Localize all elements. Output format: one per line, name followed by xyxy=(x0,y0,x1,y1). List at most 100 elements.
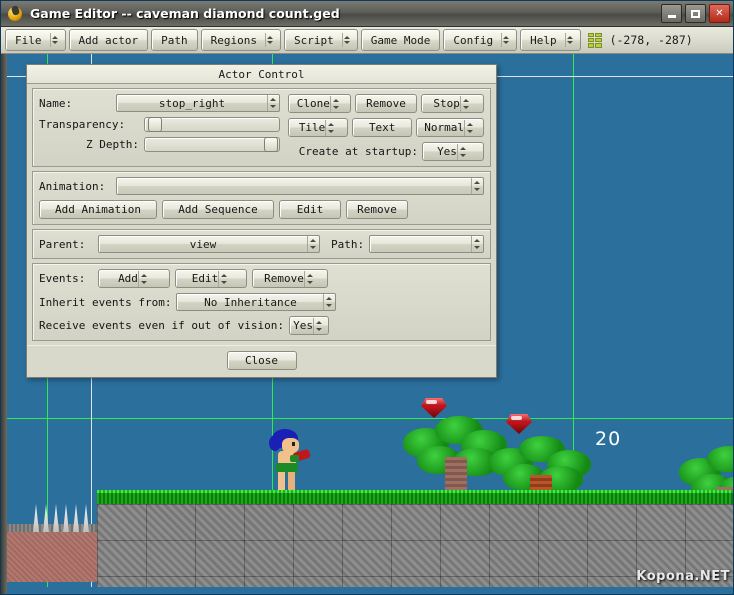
zdepth-slider-thumb[interactable] xyxy=(264,137,279,152)
menu-label-game-mode: Game Mode xyxy=(370,33,431,47)
minimize-icon xyxy=(667,14,676,18)
grid-toggle-icon[interactable] xyxy=(587,32,602,48)
chevron-spinner-icon[interactable] xyxy=(307,236,319,252)
animation-combo[interactable] xyxy=(116,177,484,195)
events-add-button[interactable]: Add xyxy=(98,269,170,288)
diamond-pickup[interactable] xyxy=(506,414,532,434)
path-label: Path: xyxy=(331,237,365,251)
chevron-spinner-icon[interactable] xyxy=(218,270,230,287)
window-titlebar: Game Editor -- caveman diamond count.ged… xyxy=(1,1,733,27)
receive-events-label: Receive events even if out of vision: xyxy=(39,319,285,332)
menu-button-game-mode[interactable]: Game Mode xyxy=(360,29,441,51)
chevron-spinner-icon[interactable] xyxy=(464,119,476,136)
tile-label: Tile xyxy=(298,121,326,134)
parent-combo[interactable]: view xyxy=(98,235,320,253)
menu-label-path: Path xyxy=(161,33,188,47)
chevron-spinner-icon[interactable] xyxy=(456,143,469,160)
add-sequence-button[interactable]: Add Sequence xyxy=(162,200,274,219)
inherit-events-value: No Inheritance xyxy=(204,295,297,309)
animation-panel: Animation: Add Animation Add Sequence Ed… xyxy=(32,171,491,225)
game-editor-window: Game Editor -- caveman diamond count.ged… xyxy=(0,0,734,595)
menu-button-regions[interactable]: Regions xyxy=(200,29,281,51)
text-button[interactable]: Text xyxy=(352,118,413,137)
parent-path-panel: Parent: view Path: xyxy=(32,229,491,259)
caveman-actor[interactable] xyxy=(266,429,311,491)
actor-properties-panel: Name: stop_right Transparency: Z Depth: … xyxy=(32,88,491,167)
tile-button[interactable]: Tile xyxy=(288,118,349,137)
chevron-spinner-icon[interactable] xyxy=(312,317,325,334)
menu-label-regions: Regions xyxy=(210,33,257,47)
remove-actor-button[interactable]: Remove xyxy=(354,94,418,113)
main-menubar: File Add actor Path Regions Script Game … xyxy=(1,27,733,54)
edit-animation-label: Edit xyxy=(296,203,324,216)
chevron-spinner-icon[interactable] xyxy=(303,270,316,287)
chevron-spinner-icon xyxy=(264,33,274,47)
menu-button-path[interactable]: Path xyxy=(151,29,198,51)
chevron-spinner-icon xyxy=(564,33,574,47)
normal-label: Normal xyxy=(424,121,464,134)
transparency-slider[interactable] xyxy=(144,117,280,132)
actor-name-value: stop_right xyxy=(158,96,226,110)
inherit-events-label: Inherit events from: xyxy=(39,295,172,309)
transparency-slider-thumb[interactable] xyxy=(147,117,162,132)
receive-events-button[interactable]: Yes xyxy=(289,316,330,335)
clone-button[interactable]: Clone xyxy=(288,94,351,113)
close-dialog-label: Close xyxy=(244,354,279,367)
menu-button-help[interactable]: Help xyxy=(520,29,581,51)
stop-button[interactable]: Stop xyxy=(421,94,485,113)
events-remove-button[interactable]: Remove xyxy=(252,269,328,288)
name-label: Name: xyxy=(39,96,73,110)
inherit-events-combo[interactable]: No Inheritance xyxy=(176,293,337,311)
menu-button-script[interactable]: Script xyxy=(283,29,358,51)
grid-line-horizontal xyxy=(1,418,733,419)
dialog-title-text: Actor Control xyxy=(218,67,305,81)
animation-label: Animation: xyxy=(39,179,106,193)
create-at-startup-label: Create at startup: xyxy=(298,145,418,158)
remove-actor-label: Remove xyxy=(366,97,406,110)
chevron-spinner-icon[interactable] xyxy=(329,95,342,112)
chevron-spinner-icon[interactable] xyxy=(267,95,279,111)
minimize-button[interactable] xyxy=(661,4,682,23)
watermark-text: Kopona.NET xyxy=(636,569,730,584)
actor-name-combo[interactable]: stop_right xyxy=(116,94,280,112)
menu-button-config[interactable]: Config xyxy=(443,29,518,51)
chevron-spinner-icon[interactable] xyxy=(137,270,150,287)
chevron-spinner-icon[interactable] xyxy=(459,95,472,112)
close-dialog-button[interactable]: Close xyxy=(226,351,297,370)
normal-button[interactable]: Normal xyxy=(416,118,484,137)
scene-bottom-strip xyxy=(1,587,733,594)
events-edit-label: Edit xyxy=(191,272,219,285)
chevron-spinner-icon xyxy=(501,33,510,47)
maximize-button[interactable] xyxy=(685,4,706,23)
events-remove-label: Remove xyxy=(264,272,304,285)
diamond-pickup[interactable] xyxy=(421,398,447,418)
cursor-coordinates: (-278, -287) xyxy=(609,33,693,47)
zdepth-slider[interactable] xyxy=(144,137,280,152)
edit-animation-button[interactable]: Edit xyxy=(279,200,341,219)
chevron-spinner-icon[interactable] xyxy=(471,236,483,252)
spike-hazard xyxy=(33,504,93,532)
events-label: Events: xyxy=(39,272,86,285)
actor-control-titlebar: Actor Control xyxy=(27,65,496,84)
menu-label-file: File xyxy=(15,33,42,47)
game-editor-icon xyxy=(6,4,24,23)
close-button[interactable]: ✕ xyxy=(709,4,730,23)
zdepth-label: Z Depth: xyxy=(86,138,139,151)
events-add-label: Add xyxy=(118,272,138,285)
clone-label: Clone xyxy=(296,97,330,110)
add-animation-button[interactable]: Add Animation xyxy=(39,200,157,219)
events-edit-button[interactable]: Edit xyxy=(175,269,247,288)
create-at-startup-button[interactable]: Yes xyxy=(422,142,484,161)
path-combo[interactable] xyxy=(369,235,484,253)
menu-button-file[interactable]: File xyxy=(5,29,66,51)
chevron-spinner-icon[interactable] xyxy=(325,119,337,136)
menu-label-script: Script xyxy=(293,33,334,47)
events-panel: Events: Add Edit Remove Inherit events f… xyxy=(32,263,491,341)
chevron-spinner-icon[interactable] xyxy=(323,294,335,310)
menu-button-add-actor[interactable]: Add actor xyxy=(68,29,149,51)
add-animation-label: Add Animation xyxy=(54,203,142,216)
actor-control-dialog: Actor Control Name: stop_right Transpare… xyxy=(26,64,497,378)
chevron-spinner-icon xyxy=(341,33,351,47)
remove-animation-button[interactable]: Remove xyxy=(346,200,408,219)
chevron-spinner-icon[interactable] xyxy=(471,178,483,194)
